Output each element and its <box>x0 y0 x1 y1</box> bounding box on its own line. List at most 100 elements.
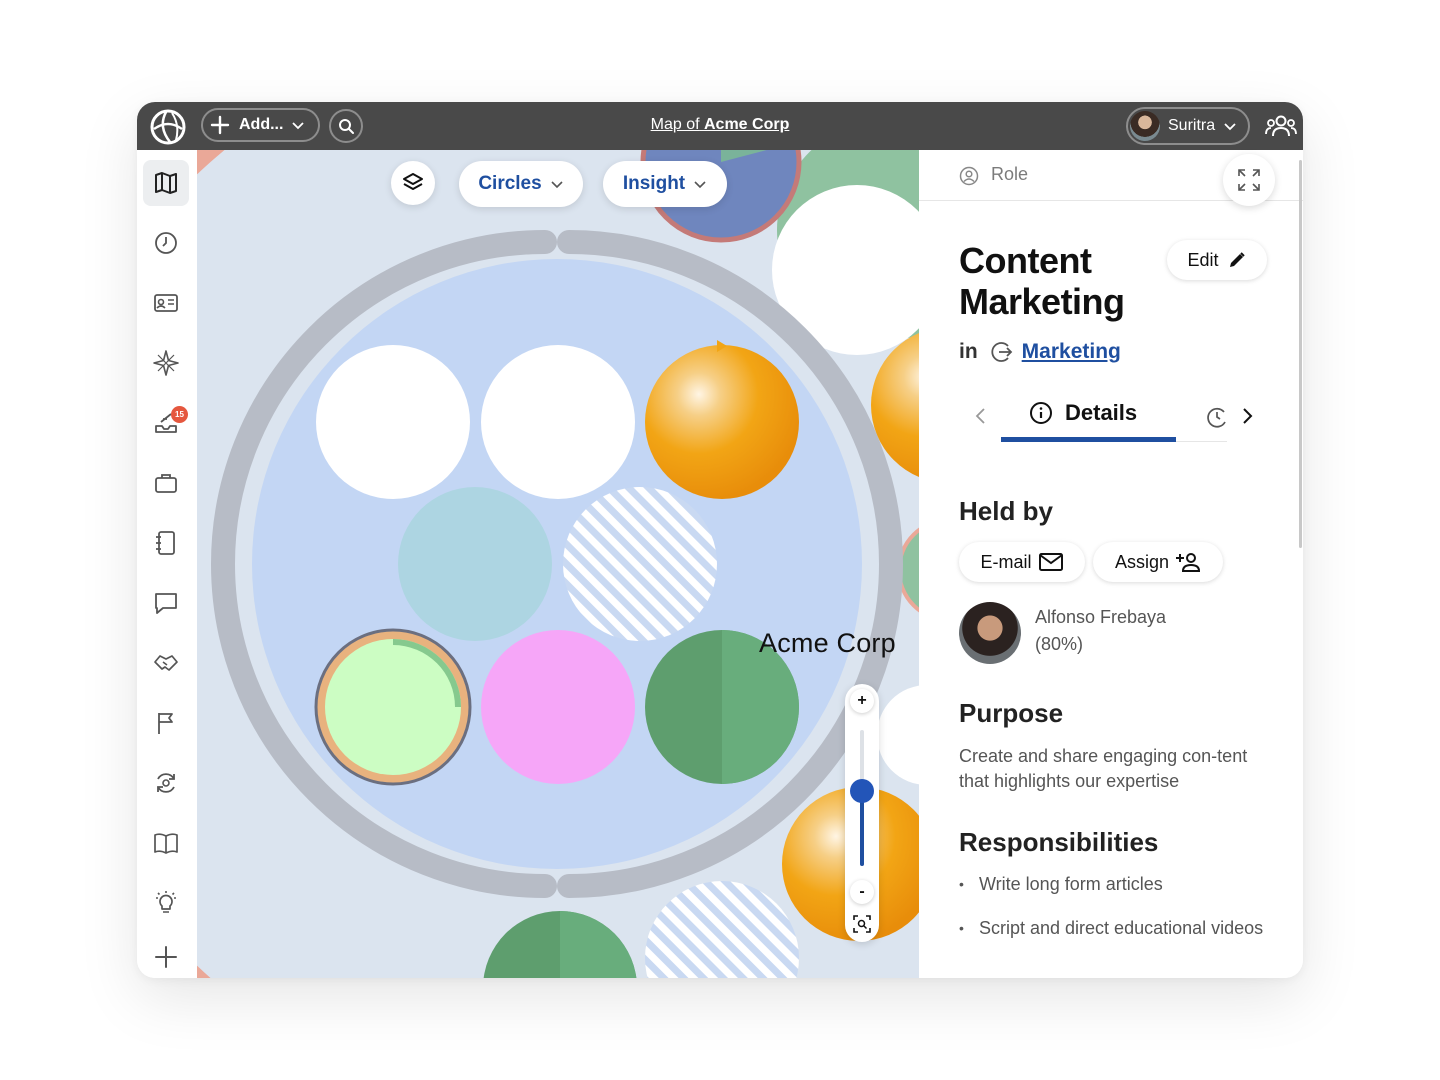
held-by-heading: Held by <box>959 496 1053 526</box>
app-logo-icon[interactable] <box>150 109 186 145</box>
sidebar: 15 <box>137 150 198 978</box>
zoom-out-button[interactable]: - <box>850 880 874 904</box>
responsibilities-list: Write long form articles Script and dire… <box>959 872 1269 960</box>
holder-avatar <box>959 602 1021 664</box>
holder-name: Alfonso Frebaya <box>1035 607 1167 627</box>
team-icon[interactable] <box>1265 112 1297 140</box>
info-icon <box>1030 402 1052 424</box>
purpose-text: Create and share engaging con-tent that … <box>959 746 1248 791</box>
user-menu-button[interactable]: Suritra <box>1126 107 1250 145</box>
sidebar-item-strategy[interactable] <box>143 340 189 386</box>
flag-icon <box>158 713 173 734</box>
tab-details-label: Details <box>1065 400 1138 425</box>
sidebar-item-notes[interactable] <box>143 520 189 566</box>
edit-button-label: Edit <box>1187 249 1219 270</box>
sync-icon <box>157 773 175 793</box>
circle-map[interactable] <box>197 150 919 978</box>
sidebar-item-ideas[interactable] <box>143 880 189 926</box>
circles-dropdown-label: Circles <box>478 173 542 194</box>
role-icon <box>959 166 979 186</box>
role-circle-2[interactable] <box>481 345 635 499</box>
role-circle-striped[interactable] <box>563 487 717 641</box>
assign-button-label: Assign <box>1114 551 1170 572</box>
list-item: Script and direct educational videos <box>959 916 1269 941</box>
user-name: Suritra <box>1168 117 1216 134</box>
chevron-down-icon <box>694 181 706 189</box>
layers-button[interactable] <box>391 161 435 205</box>
parent-circle-link[interactable]: Marketing <box>1022 340 1121 364</box>
sidebar-item-add[interactable] <box>143 934 189 978</box>
inbox-badge: 15 <box>171 406 188 423</box>
chevron-down-icon <box>1224 123 1236 131</box>
top-bar: Add... Map of Acme Corp Suritra <box>137 102 1303 150</box>
sidebar-item-inbox[interactable]: 15 <box>143 400 189 446</box>
sidebar-item-chat[interactable] <box>143 580 189 626</box>
id-card-icon <box>154 294 178 312</box>
tab-details[interactable]: Details <box>1029 400 1137 426</box>
zoom-fit-button[interactable] <box>850 912 874 936</box>
responsibilities-heading: Responsibilities <box>959 827 1159 857</box>
chevron-down-icon <box>551 181 563 189</box>
notebook-icon <box>156 531 175 555</box>
holder-share: (80%) <box>1035 634 1084 654</box>
lightbulb-icon <box>156 891 176 913</box>
search-icon <box>339 119 354 134</box>
plus-icon <box>210 115 230 135</box>
chevron-left-icon[interactable] <box>971 406 991 426</box>
list-item: Write long form articles <box>959 872 1269 897</box>
role-circle-selected-core <box>331 645 455 769</box>
history-icon[interactable] <box>1206 406 1228 428</box>
map-title-prefix: Map of <box>650 116 700 133</box>
add-person-icon <box>1176 553 1201 572</box>
edit-button[interactable]: Edit <box>1167 240 1267 280</box>
insight-dropdown[interactable]: Insight <box>603 161 727 207</box>
layers-icon <box>403 173 423 190</box>
add-button[interactable]: Add... <box>201 108 320 142</box>
map-title-link[interactable]: Map of Acme Corp <box>577 116 863 134</box>
sidebar-item-goals[interactable] <box>143 700 189 746</box>
sidebar-item-history[interactable] <box>143 220 189 266</box>
role-circle-teal[interactable] <box>398 487 552 641</box>
clock-icon <box>155 232 177 254</box>
email-button[interactable]: E-mail <box>959 542 1085 582</box>
sidebar-item-map[interactable] <box>143 160 189 206</box>
role-title: Content Marketing <box>959 240 1125 322</box>
panel-header: Role <box>919 150 1303 206</box>
search-button[interactable] <box>329 109 363 143</box>
sidebar-item-partners[interactable] <box>143 640 189 686</box>
circles-dropdown[interactable]: Circles <box>459 161 583 207</box>
holder-info: Alfonso Frebaya (80%) <box>1035 604 1166 664</box>
expand-panel-button[interactable] <box>1223 154 1275 206</box>
role-circle-pink[interactable] <box>481 630 635 784</box>
panel-type-label: Role <box>991 164 1029 184</box>
chat-icon <box>155 593 177 614</box>
map-canvas[interactable]: Circles Insight Acme Corp + - <box>197 150 919 978</box>
map-title-org: Acme Corp <box>704 116 790 133</box>
add-button-label: Add... <box>239 116 284 133</box>
org-circle-label[interactable]: Acme Corp <box>759 628 896 659</box>
plus-icon <box>155 946 177 968</box>
zoom-control: + - <box>845 684 879 942</box>
chevron-right-icon[interactable] <box>1237 406 1257 426</box>
role-holder[interactable]: Alfonso Frebaya (80%) <box>959 602 1166 664</box>
purpose-heading: Purpose <box>959 698 1064 728</box>
user-avatar <box>1130 111 1160 141</box>
briefcase-icon <box>155 474 177 493</box>
parent-circle-row: in Marketing <box>959 340 1121 364</box>
active-tab-indicator <box>1001 437 1176 442</box>
panel-scrollbar[interactable] <box>1299 160 1302 548</box>
sidebar-item-library[interactable] <box>143 820 189 866</box>
role-circle-1[interactable] <box>316 345 470 499</box>
email-button-label: E-mail <box>980 551 1032 572</box>
zoom-in-button[interactable]: + <box>850 689 874 713</box>
role-circle-orange[interactable] <box>645 345 799 499</box>
compass-star-icon <box>153 350 179 376</box>
zoom-slider-handle[interactable] <box>850 779 874 804</box>
app-window: Add... Map of Acme Corp Suritra 15 Circl… <box>137 102 1303 978</box>
sidebar-item-directory[interactable] <box>143 280 189 326</box>
mail-icon <box>1038 553 1063 571</box>
role-detail-panel: Role Content Marketing Edit in Marketing… <box>919 150 1303 978</box>
assign-button[interactable]: Assign <box>1093 542 1223 582</box>
sidebar-item-sync[interactable] <box>143 760 189 806</box>
sidebar-item-projects[interactable] <box>143 460 189 506</box>
